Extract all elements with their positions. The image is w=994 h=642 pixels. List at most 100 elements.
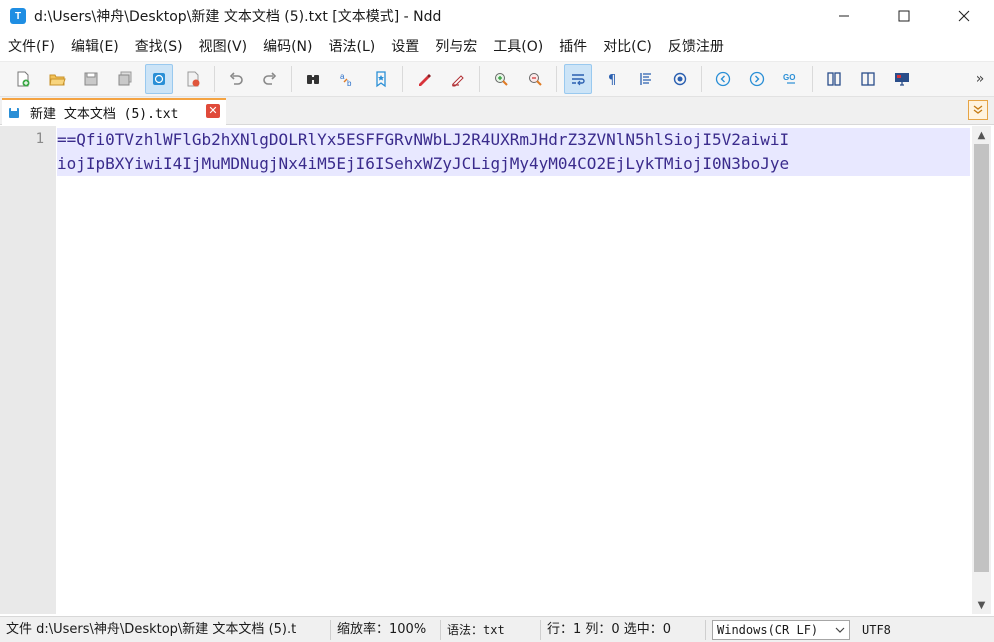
menu-bar: 文件(F) 编辑(E) 查找(S) 视图(V) 编码(N) 语法(L) 设置 列… bbox=[0, 35, 732, 59]
minimize-button[interactable] bbox=[814, 0, 874, 32]
open-file-button[interactable] bbox=[43, 64, 71, 94]
minimize-icon bbox=[839, 15, 849, 17]
toolbar-separator bbox=[402, 66, 403, 92]
compare-file-button[interactable] bbox=[820, 64, 848, 94]
vertical-scrollbar[interactable]: ▲ ▼ bbox=[972, 126, 991, 614]
open-folder-icon bbox=[49, 74, 66, 86]
tab-list-button[interactable] bbox=[968, 100, 988, 120]
menu-view[interactable]: 视图(V) bbox=[191, 35, 256, 59]
redo-button[interactable] bbox=[256, 64, 284, 94]
title-bar: T d:\Users\神舟\Desktop\新建 文本文档 (5).txt [文… bbox=[0, 0, 994, 32]
monitor-button[interactable] bbox=[888, 64, 916, 94]
close-file-button[interactable] bbox=[179, 64, 207, 94]
scroll-down-icon[interactable]: ▼ bbox=[972, 596, 991, 614]
auto-save-icon bbox=[153, 73, 165, 85]
toolbar-more-button[interactable]: » bbox=[972, 70, 988, 88]
tab-document[interactable]: 新建 文本文档 (5).txt ✕ bbox=[2, 98, 226, 125]
toolbar-separator bbox=[556, 66, 557, 92]
text-area[interactable]: ==Qfi0TVzhlWFlGb2hXNlgDOLRlYx5ESFFGRvNWb… bbox=[57, 126, 971, 614]
menu-compare[interactable]: 对比(C) bbox=[595, 35, 660, 59]
scroll-up-icon[interactable]: ▲ bbox=[972, 126, 991, 144]
text-line[interactable]: iojIpBXYiwiI4IjMuMDNugjNx4iM5EjI6ISehxWZ… bbox=[57, 152, 970, 176]
auto-save-button[interactable] bbox=[145, 64, 173, 94]
find-button[interactable] bbox=[299, 64, 327, 94]
redo-icon bbox=[263, 72, 277, 85]
new-file-icon bbox=[17, 71, 30, 87]
status-syntax: 语法：txt bbox=[441, 619, 541, 640]
tab-bar: 新建 文本文档 (5).txt ✕ bbox=[0, 97, 994, 125]
scrollbar-thumb[interactable] bbox=[974, 144, 989, 572]
zoom-out-button[interactable] bbox=[521, 64, 549, 94]
toolbar-separator bbox=[214, 66, 215, 92]
text-line[interactable]: ==Qfi0TVzhlWFlGb2hXNlgDOLRlYx5ESFFGRvNWb… bbox=[57, 128, 970, 152]
clear-mark-button[interactable] bbox=[444, 64, 472, 94]
disk-icon bbox=[9, 107, 19, 118]
goto-button[interactable]: GO bbox=[777, 64, 805, 94]
indent-guide-button[interactable] bbox=[632, 64, 660, 94]
bookmark-button[interactable] bbox=[367, 64, 395, 94]
close-icon bbox=[958, 10, 970, 22]
indent-guide-icon bbox=[640, 73, 651, 85]
new-file-button[interactable] bbox=[9, 64, 37, 94]
close-file-icon bbox=[187, 71, 200, 87]
maximize-button[interactable] bbox=[874, 0, 934, 32]
eraser-icon bbox=[452, 75, 464, 87]
svg-text:a: a bbox=[340, 72, 345, 81]
menu-edit[interactable]: 编辑(E) bbox=[63, 35, 127, 59]
status-position: 行：1 列：0 选中：0 bbox=[541, 619, 706, 640]
menu-feedback[interactable]: 反馈注册 bbox=[660, 35, 732, 59]
monitor-icon bbox=[895, 73, 909, 86]
undo-button[interactable] bbox=[222, 64, 250, 94]
save-button[interactable] bbox=[77, 64, 105, 94]
forward-button[interactable] bbox=[743, 64, 771, 94]
menu-search[interactable]: 查找(S) bbox=[127, 35, 191, 59]
toolbar: ab ¶ GO » bbox=[0, 61, 994, 97]
zoom-out-icon bbox=[529, 73, 542, 86]
window-controls bbox=[814, 0, 994, 32]
word-wrap-button[interactable] bbox=[564, 64, 592, 94]
bookmark-icon bbox=[376, 71, 386, 88]
status-bar: 文件 d:\Users\神舟\Desktop\新建 文本文档 (5).t 缩放率… bbox=[0, 616, 994, 642]
undo-icon bbox=[229, 72, 243, 85]
back-icon bbox=[715, 71, 731, 87]
svg-text:GO: GO bbox=[783, 73, 795, 82]
close-button[interactable] bbox=[934, 0, 994, 32]
show-symbols-button[interactable]: ¶ bbox=[598, 64, 626, 94]
menu-settings[interactable]: 设置 bbox=[383, 35, 427, 59]
replace-button[interactable]: ab bbox=[333, 64, 361, 94]
pilcrow-icon: ¶ bbox=[608, 73, 616, 88]
save-all-button[interactable] bbox=[111, 64, 139, 94]
menu-plugins[interactable]: 插件 bbox=[551, 35, 595, 59]
status-zoom: 缩放率：100% bbox=[331, 619, 441, 640]
back-button[interactable] bbox=[709, 64, 737, 94]
binoculars-icon bbox=[307, 75, 319, 84]
show-spaces-button[interactable] bbox=[666, 64, 694, 94]
menu-encoding[interactable]: 编码(N) bbox=[255, 35, 320, 59]
menu-tools[interactable]: 工具(O) bbox=[485, 35, 551, 59]
menu-language[interactable]: 语法(L) bbox=[321, 35, 384, 59]
line-number-gutter: 1 bbox=[0, 126, 56, 614]
word-wrap-icon bbox=[572, 74, 585, 86]
eol-select[interactable]: Windows(CR LF) bbox=[712, 619, 850, 640]
chevron-down-icon bbox=[835, 627, 845, 633]
tab-close-button[interactable]: ✕ bbox=[206, 104, 220, 118]
compare-dir-button[interactable] bbox=[854, 64, 882, 94]
menu-macro[interactable]: 列与宏 bbox=[427, 35, 485, 59]
menu-file[interactable]: 文件(F) bbox=[0, 35, 63, 59]
compare-dir-icon bbox=[861, 72, 875, 86]
editor[interactable]: 1 ==Qfi0TVzhlWFlGb2hXNlgDOLRlYx5ESFFGRvN… bbox=[0, 126, 994, 614]
status-file-path: 文件 d:\Users\神舟\Desktop\新建 文本文档 (5).t bbox=[0, 619, 331, 640]
maximize-icon bbox=[898, 10, 910, 22]
compare-file-icon bbox=[827, 72, 841, 86]
goto-icon: GO bbox=[783, 73, 795, 84]
save-all-icon bbox=[118, 71, 132, 86]
mark-button[interactable] bbox=[410, 64, 438, 94]
zoom-in-button[interactable] bbox=[487, 64, 515, 94]
svg-text:b: b bbox=[347, 79, 352, 88]
svg-text:¶: ¶ bbox=[608, 73, 616, 88]
forward-icon bbox=[749, 71, 765, 87]
eol-value: Windows(CR LF) bbox=[717, 622, 819, 637]
chevron-double-down-icon bbox=[973, 105, 983, 114]
toolbar-separator bbox=[701, 66, 702, 92]
toolbar-separator bbox=[479, 66, 480, 92]
